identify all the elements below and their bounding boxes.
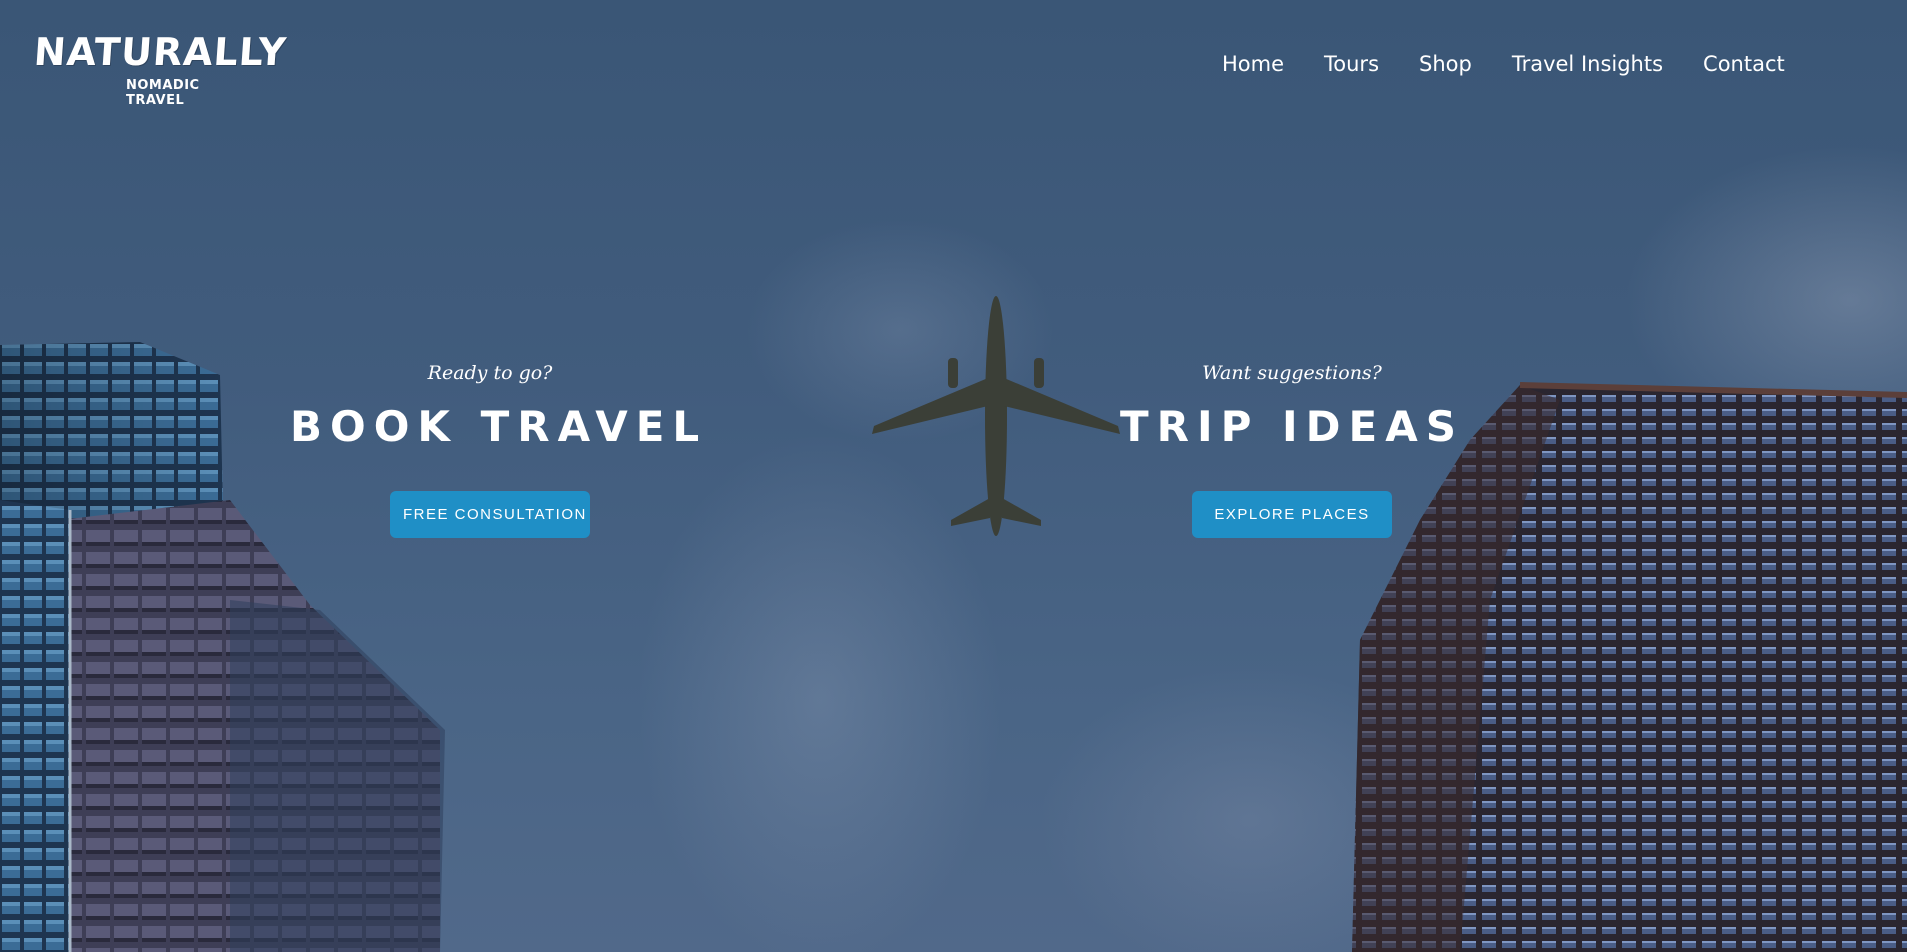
airplane-graphic [872, 296, 1120, 536]
site-logo[interactable]: NATURALLY NOMADIC TRAVEL [32, 30, 288, 108]
nav-item-travel-insights[interactable]: Travel Insights [1512, 52, 1663, 76]
nav-item-tours[interactable]: Tours [1324, 52, 1379, 76]
nav-item-home[interactable]: Home [1222, 52, 1284, 76]
logo-tagline: NOMADIC TRAVEL [126, 78, 200, 108]
hero-section: NATURALLY NOMADIC TRAVEL Home Tours Shop… [0, 0, 1907, 952]
explore-places-button[interactable]: EXPLORE PLACES [1192, 491, 1392, 538]
trip-ideas-heading: TRIP IDEAS [1120, 402, 1464, 451]
nav-item-shop[interactable]: Shop [1419, 52, 1472, 76]
main-nav: Home Tours Shop Travel Insights Contact [1222, 52, 1785, 76]
hero-background-image [0, 296, 1907, 952]
logo-wordmark: NATURALLY [32, 30, 289, 74]
trip-ideas-cta: Want suggestions? TRIP IDEAS EXPLORE PLA… [1112, 362, 1472, 538]
book-travel-heading: BOOK TRAVEL [290, 402, 708, 451]
book-travel-eyebrow: Ready to go? [427, 362, 553, 384]
free-consultation-button[interactable]: FREE CONSULTATION [390, 491, 590, 538]
nav-item-contact[interactable]: Contact [1703, 52, 1785, 76]
book-travel-cta: Ready to go? BOOK TRAVEL FREE CONSULTATI… [290, 362, 708, 538]
trip-ideas-eyebrow: Want suggestions? [1202, 362, 1382, 384]
